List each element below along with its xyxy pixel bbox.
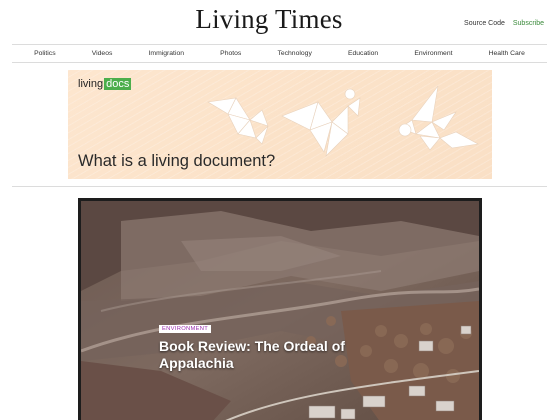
nav-item-videos[interactable]: Videos <box>92 50 113 57</box>
nav-item-politics[interactable]: Politics <box>34 50 56 57</box>
category-badge[interactable]: ENVIRONMENT <box>159 325 212 333</box>
nav-item-technology[interactable]: Technology <box>277 50 311 57</box>
living-docs-promo-banner[interactable]: living docs What is a living document? <box>68 70 492 179</box>
nav-item-environment[interactable]: Environment <box>414 50 452 57</box>
subscribe-link[interactable]: Subscribe <box>513 20 544 27</box>
nav-item-photos[interactable]: Photos <box>220 50 241 57</box>
living-docs-logo: living docs <box>78 78 132 90</box>
logo-suffix: docs <box>104 78 132 90</box>
source-code-link[interactable]: Source Code <box>464 20 505 27</box>
top-links: Source Code Subscribe <box>458 20 544 27</box>
featured-article-title[interactable]: Book Review: The Ordeal of Appalachia <box>159 338 359 372</box>
section-divider <box>12 186 547 187</box>
masthead: Living Times Source Code Subscribe <box>0 0 560 44</box>
featured-article-card[interactable]: ENVIRONMENT Book Review: The Ordeal of A… <box>78 198 482 420</box>
nav-item-education[interactable]: Education <box>348 50 378 57</box>
logo-prefix: living <box>78 78 104 90</box>
aerial-landscape-photo <box>81 201 479 420</box>
section-nav: Politics Videos Immigration Photos Techn… <box>12 44 547 63</box>
nav-item-immigration[interactable]: Immigration <box>149 50 185 57</box>
promo-title[interactable]: What is a living document? <box>78 152 275 171</box>
nav-item-health-care[interactable]: Health Care <box>489 50 525 57</box>
